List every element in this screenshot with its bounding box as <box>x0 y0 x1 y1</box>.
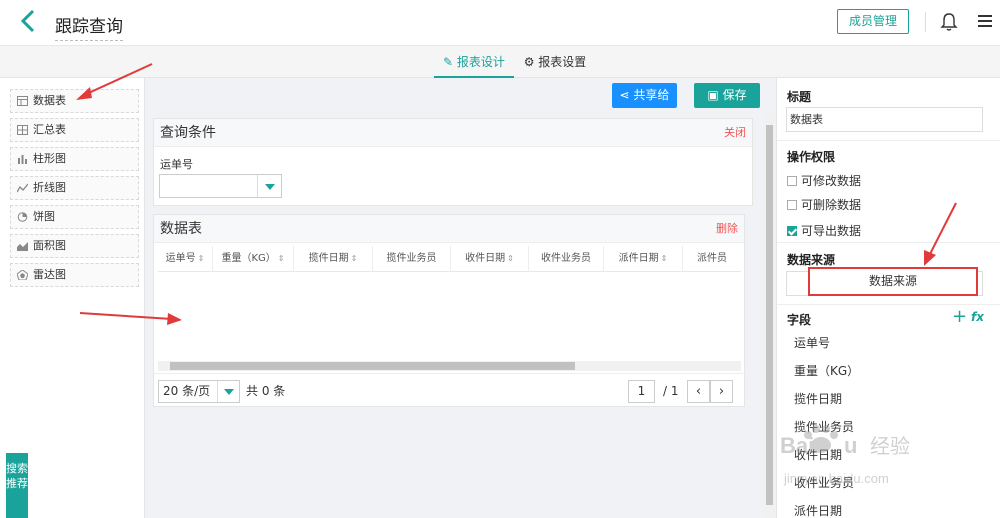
svg-text:Bai: Bai <box>780 433 814 458</box>
column-header[interactable]: 重量（KG） ⇕ <box>213 246 294 272</box>
gear-icon: ⚙ <box>523 55 539 69</box>
data-source-label: 数据来源 <box>787 253 836 267</box>
chevron-down-icon <box>217 381 239 402</box>
title-input[interactable]: 数据表 <box>786 107 983 132</box>
radar-chart-icon <box>17 270 28 280</box>
bar-chart-icon <box>18 155 27 164</box>
table-header: 运单号 ⇕ 重量（KG） ⇕ 揽件日期 ⇕ 揽件业务员 收件日期 ⇕ 收件业务员 派件日… <box>158 246 741 272</box>
column-header[interactable]: 收件日期 ⇕ <box>451 246 529 272</box>
column-header[interactable]: 收件业务员 <box>529 246 604 272</box>
search-recommend-tab[interactable]: 搜索推荐 <box>6 453 28 518</box>
pie-chart-icon <box>17 212 28 222</box>
component-pie-chart[interactable]: 饼图 <box>10 205 139 229</box>
svg-text:u: u <box>844 433 857 458</box>
horizontal-scrollbar[interactable] <box>158 361 741 371</box>
page-size-select[interactable]: 20 条/页 <box>158 380 240 403</box>
sort-icon: ⇕ <box>507 254 514 263</box>
checkbox-can-delete[interactable]: 可删除数据 <box>787 196 861 213</box>
component-radar-chart[interactable]: 雷达图 <box>10 263 139 287</box>
pagination: 20 条/页 共 0 条 1 / 1 ‹ › <box>154 373 746 407</box>
prev-page-button[interactable]: ‹ <box>687 380 710 403</box>
design-canvas: ⋖ 共享给 ▣ 保存 查询条件 关闭 运单号 数据表 删除 运单号 ⇕ 重量（KG… <box>145 78 775 518</box>
bell-icon[interactable] <box>940 12 958 32</box>
field-item[interactable]: 运单号 <box>794 334 830 351</box>
app-header: 跟踪查询 成员管理 <box>0 0 1000 46</box>
total-count: 共 0 条 <box>246 384 286 398</box>
checkbox-can-export[interactable]: 可导出数据 <box>787 222 861 239</box>
menu-icon[interactable] <box>978 15 992 27</box>
delete-link[interactable]: 删除 <box>716 215 738 243</box>
baidu-watermark: Bai u 经验 jingyan.baidu.com <box>780 425 910 486</box>
column-header[interactable]: 揽件日期 ⇕ <box>294 246 373 272</box>
component-area-chart[interactable]: 面积图 <box>10 234 139 258</box>
member-management-button[interactable]: 成员管理 <box>837 9 909 34</box>
page-input[interactable]: 1 <box>628 380 655 403</box>
add-field-icon[interactable]: + <box>952 308 967 326</box>
next-page-button[interactable]: › <box>710 380 733 403</box>
query-title: 查询条件 <box>160 125 216 141</box>
component-bar-chart[interactable]: 柱形图 <box>10 147 139 171</box>
sort-icon: ⇕ <box>350 254 358 263</box>
title-label: 标题 <box>787 90 812 104</box>
summary-table-icon <box>17 125 28 135</box>
component-panel: 数据表 汇总表 柱形图 折线图 饼图 面积图 雷达图 <box>0 78 145 518</box>
share-button[interactable]: ⋖ 共享给 <box>612 83 677 108</box>
line-chart-icon <box>17 183 28 193</box>
page-title[interactable]: 跟踪查询 <box>55 12 123 41</box>
waybill-select[interactable] <box>159 174 282 198</box>
save-button[interactable]: ▣ 保存 <box>694 83 760 108</box>
sort-icon: ⇕ <box>660 254 668 263</box>
data-table-card: 数据表 删除 运单号 ⇕ 重量（KG） ⇕ 揽件日期 ⇕ 揽件业务员 收件日期 ⇕ 收件… <box>153 214 746 407</box>
save-icon: ▣ <box>707 88 723 102</box>
waybill-label: 运单号 <box>160 158 193 171</box>
formula-icon[interactable]: fx <box>971 310 984 324</box>
svg-text:经验: 经验 <box>870 434 910 458</box>
page-total: / 1 <box>663 384 679 398</box>
share-icon: ⋖ <box>619 88 634 102</box>
edit-icon: ✎ <box>443 55 457 69</box>
field-item[interactable]: 派件日期 <box>794 502 842 518</box>
back-icon[interactable] <box>20 9 44 37</box>
sort-icon: ⇕ <box>277 254 285 263</box>
field-item[interactable]: 重量（KG） <box>794 362 859 379</box>
chevron-down-icon <box>257 175 281 197</box>
data-source-button[interactable]: 数据来源 <box>808 267 978 296</box>
fields-label: 字段 <box>787 313 812 327</box>
table-title: 数据表 <box>160 221 202 237</box>
annotation-arrow <box>79 312 182 325</box>
checkbox-can-edit[interactable]: 可修改数据 <box>787 172 861 189</box>
annotation-arrow <box>76 63 153 100</box>
area-chart-icon <box>17 242 28 251</box>
query-conditions-card: 查询条件 关闭 运单号 <box>153 118 753 206</box>
component-line-chart[interactable]: 折线图 <box>10 176 139 200</box>
permissions-label: 操作权限 <box>787 150 836 164</box>
divider <box>925 12 926 32</box>
column-header[interactable]: 派件日期 ⇕ <box>604 246 683 272</box>
annotation-arrow <box>924 202 957 266</box>
svg-text:jingyan.baidu.com: jingyan.baidu.com <box>783 471 889 486</box>
component-summary-table[interactable]: 汇总表 <box>10 118 139 142</box>
close-link[interactable]: 关闭 <box>724 119 746 147</box>
table-icon <box>17 96 28 106</box>
column-header[interactable]: 运单号 ⇕ <box>158 246 213 272</box>
tab-report-settings[interactable]: ⚙ 报表设置 <box>520 46 590 78</box>
sort-icon: ⇕ <box>197 254 205 263</box>
tab-report-design[interactable]: ✎ 报表设计 <box>434 46 514 78</box>
column-header[interactable]: 揽件业务员 <box>373 246 451 272</box>
column-header[interactable]: 派件员 <box>683 246 741 272</box>
